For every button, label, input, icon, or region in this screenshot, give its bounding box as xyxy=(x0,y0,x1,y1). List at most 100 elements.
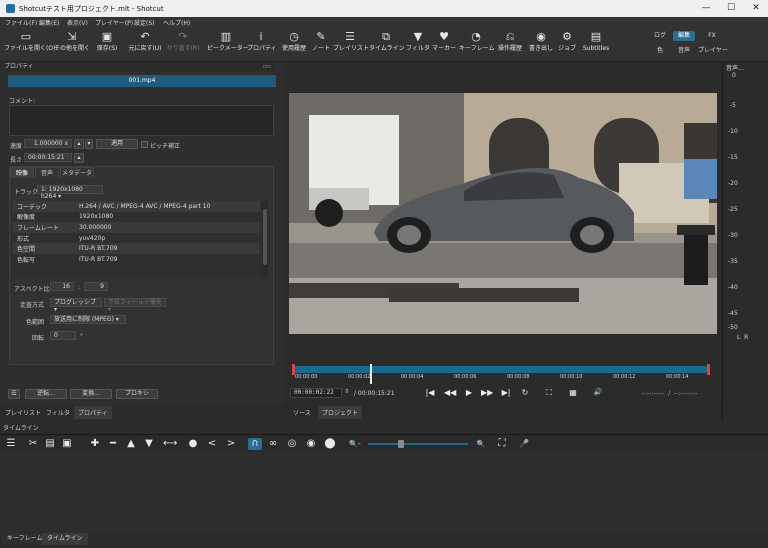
previous-marker-icon[interactable]: < xyxy=(205,438,219,450)
next-marker-icon[interactable]: > xyxy=(224,438,238,450)
current-timecode-input[interactable]: 00:00:02:22 xyxy=(290,388,342,398)
table-row[interactable]: フレームレート 30.000000 xyxy=(13,222,260,233)
table-row[interactable]: 色転写 ITU-R BT.709 xyxy=(13,253,260,265)
fast-forward-icon[interactable]: ▶▶ xyxy=(481,388,493,397)
menu-help[interactable]: ヘルプ(H) xyxy=(163,18,190,27)
filters-button[interactable]: ▼ フィルタ xyxy=(406,30,430,60)
zoom-icon[interactable]: ⛶ xyxy=(543,388,555,398)
layout-log-button[interactable]: ログ xyxy=(649,31,671,41)
ripple-all-icon[interactable]: ◉ xyxy=(304,438,318,450)
loop-icon[interactable]: ↻ xyxy=(519,388,531,397)
jobs-button[interactable]: ⚙ ジョブ xyxy=(556,30,578,60)
aspect-width-input[interactable]: 16 xyxy=(50,282,74,291)
layout-audio-button[interactable]: 音声 xyxy=(673,46,695,56)
layout-fx-button[interactable]: FX xyxy=(701,31,723,41)
field-order-dropdown[interactable]: 下位フィールド優先 ▾ xyxy=(104,298,166,313)
dock-float-icon[interactable]: ▫▫ xyxy=(263,63,271,70)
save-button[interactable]: ▣ 保存(S) xyxy=(93,30,121,60)
metadata-scrollbar-thumb[interactable] xyxy=(263,209,267,265)
table-row[interactable]: 色空間 ITU-R BT.709 xyxy=(13,243,260,254)
timeline-menu-icon[interactable]: ☰ xyxy=(4,438,18,450)
tab-properties[interactable]: プロパティ xyxy=(74,406,112,419)
marker-add-icon[interactable]: ● xyxy=(186,438,200,450)
table-row[interactable]: 解像度 1920x1080 xyxy=(13,211,260,223)
out-point-marker[interactable] xyxy=(707,364,710,375)
tab-keyframes[interactable]: キーフレーム xyxy=(2,533,48,545)
layout-player-button[interactable]: プレイヤー xyxy=(697,46,729,56)
keyframes-button[interactable]: ◔ キーフレーム xyxy=(459,30,494,60)
menu-edit[interactable]: 編集(E) xyxy=(39,18,59,27)
snap-icon[interactable]: ∩ xyxy=(248,438,262,450)
tab-playlist[interactable]: プレイリスト xyxy=(5,408,41,417)
copy-icon[interactable]: ▤ xyxy=(43,438,57,450)
length-spin-icon[interactable]: ▴ xyxy=(74,153,84,163)
grid-icon[interactable]: ▦ xyxy=(567,388,579,397)
menu-file[interactable]: ファイル(F) xyxy=(5,18,37,27)
lift-icon[interactable]: ▲ xyxy=(124,438,138,450)
properties-menu-button[interactable]: ☰ xyxy=(8,389,20,399)
history-button[interactable]: ⎌ 操作履歴 xyxy=(495,30,525,60)
ripple-markers-icon[interactable]: ⬤ xyxy=(323,438,337,450)
color-range-dropdown[interactable]: 放送用に制限 (MPEG) ▾ xyxy=(50,315,126,324)
export-button[interactable]: ◉ 書き出し xyxy=(528,30,554,60)
convert-button[interactable]: 変換... xyxy=(70,389,112,399)
scrub-icon[interactable]: ∞ xyxy=(266,438,280,450)
minimize-button[interactable]: — xyxy=(694,1,718,16)
rewind-icon[interactable]: ◀◀ xyxy=(444,388,456,397)
skip-next-icon[interactable]: ▶| xyxy=(500,388,512,397)
tab-metadata[interactable]: メタデータ xyxy=(60,167,94,178)
metadata-scrollbar[interactable] xyxy=(262,201,268,277)
append-icon[interactable]: ✚ xyxy=(88,438,102,450)
reverse-button[interactable]: 逆転... xyxy=(25,389,67,399)
cut-icon[interactable]: ✂ xyxy=(26,438,40,450)
peak-meter-button[interactable]: ▥ ピークメーター xyxy=(207,30,249,60)
layout-color-button[interactable]: 色 xyxy=(649,46,671,56)
timeline-tracks-area[interactable] xyxy=(0,452,768,532)
properties-button[interactable]: i プロパティ xyxy=(247,30,277,60)
play-icon[interactable]: ▶ xyxy=(463,388,475,397)
tab-source[interactable]: ソース xyxy=(293,408,311,417)
recent-button[interactable]: ◷ 使用履歴 xyxy=(279,30,309,60)
menu-settings[interactable]: 設定(S) xyxy=(134,18,155,27)
subtitles-button[interactable]: ▤ Subtitles xyxy=(580,30,612,60)
redo-button[interactable]: ↷ やり直す(R) xyxy=(165,30,201,60)
table-row[interactable]: 形式 yuv420p xyxy=(13,232,260,244)
tab-timeline[interactable]: タイムライン xyxy=(42,533,88,545)
paste-icon[interactable]: ▣ xyxy=(60,438,74,450)
ripple-icon[interactable]: ◎ xyxy=(285,438,299,450)
pitch-checkbox[interactable] xyxy=(141,141,148,148)
track-dropdown[interactable]: 1: 1920x1080 h264 ▾ xyxy=(37,185,103,200)
menu-player[interactable]: プレイヤー(P) xyxy=(95,18,133,27)
zoom-slider[interactable] xyxy=(368,440,468,448)
open-other-button[interactable]: ⇲ その他を開く xyxy=(53,30,91,60)
tab-filters[interactable]: フィルタ xyxy=(46,408,70,417)
record-audio-icon[interactable]: 🎤 xyxy=(517,438,531,450)
tab-video[interactable]: 映像 xyxy=(10,167,34,178)
volume-icon[interactable]: 🔊 xyxy=(592,388,604,396)
speed-dropdown-icon[interactable]: ▾ xyxy=(85,139,93,149)
split-icon[interactable]: ⟷ xyxy=(163,438,177,450)
speed-spin-icon[interactable]: ▴ xyxy=(74,139,84,149)
zoom-slider-handle[interactable] xyxy=(398,440,404,448)
zoom-fit-icon[interactable]: ⛶ xyxy=(495,438,509,450)
tab-project[interactable]: プロジェクト xyxy=(318,406,363,419)
zoom-out-icon[interactable]: 🔍- xyxy=(348,438,362,450)
scan-mode-dropdown[interactable]: プログレッシブ ▾ xyxy=(50,298,102,313)
layout-edit-button[interactable]: 編集 xyxy=(673,31,695,41)
table-row[interactable]: コーデック H.264 / AVC / MPEG-4 AVC / MPEG-4 p… xyxy=(13,201,260,212)
skip-previous-icon[interactable]: |◀ xyxy=(424,388,436,397)
overwrite-icon[interactable]: ▼ xyxy=(142,438,156,450)
proxy-button[interactable]: プロキシ xyxy=(116,389,158,399)
menu-view[interactable]: 表示(V) xyxy=(67,18,88,27)
remove-icon[interactable]: ━ xyxy=(106,438,120,450)
speed-input[interactable]: 1.000000 x xyxy=(24,139,72,148)
markers-button[interactable]: ♥ マーカー xyxy=(432,30,456,60)
player-ruler[interactable]: 00:00:00 00:00:02 00:00:04 00:00:06 00:0… xyxy=(292,364,710,386)
rotation-input[interactable]: 0 xyxy=(50,331,76,340)
playlist-button[interactable]: ☰ プレイリスト xyxy=(333,30,369,60)
close-button[interactable]: ✕ xyxy=(744,1,768,16)
aspect-height-input[interactable]: 9 xyxy=(84,282,108,291)
timecode-spin-icon[interactable]: ⇕ xyxy=(344,388,352,395)
video-preview[interactable] xyxy=(289,93,717,334)
length-input[interactable]: 00:00:15:21 xyxy=(24,153,72,162)
